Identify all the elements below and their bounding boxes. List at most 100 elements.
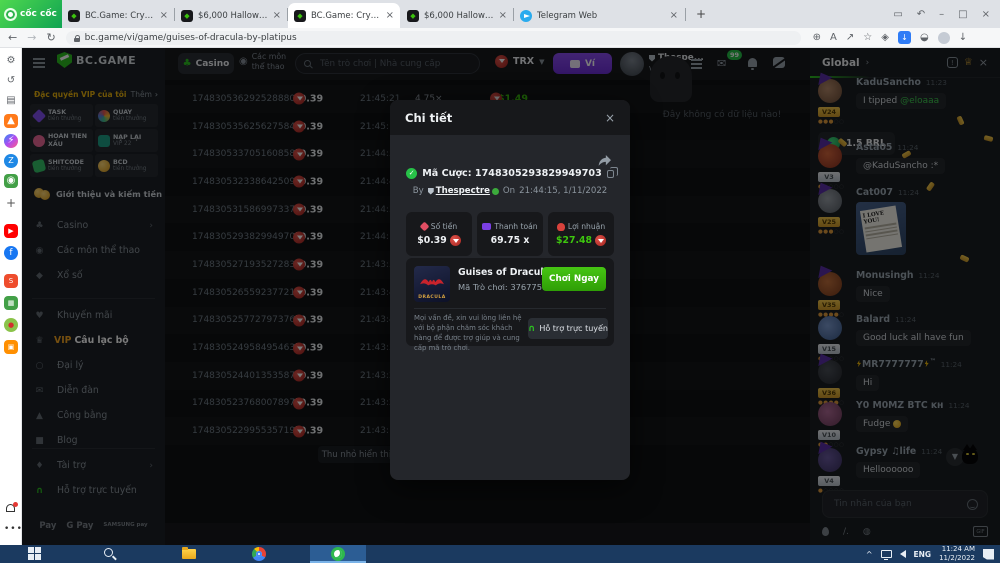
facebook-icon[interactable]: f <box>4 246 18 260</box>
browser-sidebar: ⚙ ↺ ▤ ▲ ⚡ Z ◉ + ▶ f S ▦ ● ▣ ••• <box>0 48 22 545</box>
tray-expand-icon[interactable]: ^ <box>866 550 873 559</box>
stat-profit: Lợi nhuận $27.48 <box>548 212 614 256</box>
bcgame-favicon: ◆ <box>68 10 80 22</box>
trx-coin-icon <box>450 235 461 246</box>
bet-author-link[interactable]: Thespectre <box>428 186 499 196</box>
browser-tab-2[interactable]: ◆$6,000 Halloween Slot Battle× <box>175 3 287 28</box>
reopen-tab-icon[interactable]: ↶ <box>917 9 925 20</box>
incognito-icon[interactable]: ◒ <box>920 32 929 43</box>
tab-close-icon[interactable]: × <box>273 10 281 21</box>
minimize-button[interactable]: – <box>939 9 944 20</box>
game-name: Guises of Dracula <box>458 267 550 278</box>
shopee-icon[interactable]: S <box>4 274 18 288</box>
dice-icon <box>419 222 429 232</box>
reload-button[interactable]: ↻ <box>46 31 55 44</box>
tab-overview-icon[interactable]: ▭ <box>893 9 902 20</box>
cart-icon[interactable]: ▣ <box>4 340 18 354</box>
messenger-icon[interactable]: ⚡ <box>4 134 18 148</box>
turtle-emoji-icon <box>492 188 499 195</box>
translate-icon[interactable]: A <box>830 32 837 43</box>
chrome-icon[interactable] <box>252 547 266 561</box>
youtube-icon[interactable]: ▶ <box>4 224 18 238</box>
action-center-icon[interactable] <box>983 549 994 560</box>
modal-header: Chi tiết × <box>390 100 630 135</box>
coccoc-logo-icon <box>4 8 17 21</box>
promo-app-icon[interactable]: ● <box>4 318 18 332</box>
speaker-icon[interactable] <box>900 550 906 558</box>
network-icon[interactable] <box>881 550 892 558</box>
coccoc-icon <box>331 547 345 561</box>
save-page-icon[interactable]: ⊕ <box>813 32 821 43</box>
lock-icon <box>74 35 80 42</box>
stat-amount: Số tiền $0.39 <box>406 212 472 256</box>
bet-datetime: 21:44:15, 1/11/2022 <box>519 186 607 196</box>
brand-label: cốc cốc <box>20 9 57 19</box>
bookmark-star-icon[interactable]: ☆ <box>863 32 872 43</box>
browser-tab-1[interactable]: ◆BC.Game: Crypto Casino Gam× <box>62 3 174 28</box>
telegram-favicon <box>520 10 532 22</box>
bet-stats: Số tiền $0.39 Thanh toán 69.75 x Lợi nhu… <box>406 212 614 256</box>
zalo-icon[interactable]: Z <box>4 154 18 168</box>
window-controls: ▭ ↶ – □ × <box>893 0 1000 28</box>
gift-icon[interactable]: ▦ <box>4 296 18 310</box>
forward-button[interactable]: → <box>27 31 36 44</box>
game-thumbnail[interactable]: DRACULA <box>414 266 450 302</box>
tab-close-icon[interactable]: × <box>670 10 678 21</box>
hot-trending-icon[interactable]: ▲ <box>4 114 18 128</box>
history-icon[interactable]: ↺ <box>4 74 18 88</box>
play-now-button[interactable]: Chơi Ngay <box>542 267 606 291</box>
profile-icon[interactable] <box>938 32 950 44</box>
reading-list-icon[interactable]: ▤ <box>4 94 18 108</box>
wallet-icon <box>482 223 491 230</box>
back-button[interactable]: ← <box>8 31 17 44</box>
file-explorer-icon[interactable] <box>182 549 196 559</box>
taskbar-search-icon[interactable] <box>104 548 113 557</box>
bcgame-favicon: ◆ <box>407 10 419 22</box>
verified-check-icon: ✓ <box>406 168 417 179</box>
maximize-button[interactable]: □ <box>958 9 967 20</box>
browser-tab-3-active[interactable]: ◆BC.Game: Crypto Casino Gam× <box>288 3 400 28</box>
share-icon[interactable]: ↗ <box>846 32 854 43</box>
live-support-button[interactable]: ∩Hỗ trợ trực tuyến <box>528 318 608 339</box>
clock[interactable]: 11:24 AM11/2/2022 <box>939 545 975 563</box>
adblock-icon[interactable]: ◈ <box>881 32 889 43</box>
support-note: Mọi vấn đề, xin vui lòng liên hệ với bộ … <box>414 313 526 353</box>
bet-details-modal: Chi tiết × ✓ Mã Cược: 174830529382994970… <box>390 100 630 480</box>
screen: cốc cốc ◆BC.Game: Crypto Casino Gam× ◆$6… <box>0 0 1000 563</box>
modal-title: Chi tiết <box>405 111 452 125</box>
copy-icon[interactable] <box>607 170 614 178</box>
headset-icon: ∩ <box>528 324 535 334</box>
stat-payout: Thanh toán 69.75 x <box>477 212 543 256</box>
address-bar[interactable]: bc.game/vi/game/guises-of-dracula-by-pla… <box>66 31 801 45</box>
more-icon[interactable]: ••• <box>4 524 23 534</box>
tab-close-icon[interactable]: × <box>499 10 507 21</box>
language-indicator[interactable]: ENG <box>914 550 932 559</box>
tab-close-icon[interactable]: × <box>386 10 394 21</box>
bet-author-line: By Thespectre On 21:44:15, 1/11/2022 <box>390 186 630 196</box>
browser-toolbar: ← → ↻ bc.game/vi/game/guises-of-dracula-… <box>0 28 1000 48</box>
bcgame-favicon: ◆ <box>294 10 306 22</box>
bcgame-page: Đây không có dữ liệu nào! BC.GAME Đặc qu… <box>22 48 1000 545</box>
trx-coin-icon <box>595 235 606 246</box>
system-tray: ^ ENG 11:24 AM11/2/2022 <box>866 545 1000 563</box>
coccoc-taskbar-active[interactable] <box>310 545 366 563</box>
modal-close-icon[interactable]: × <box>605 111 615 125</box>
downloads-icon[interactable]: ↓ <box>959 32 967 43</box>
game-card: DRACULA Guises of Dracula Mã Trò chơi: 3… <box>406 258 614 346</box>
new-tab-button[interactable]: + <box>692 5 710 23</box>
bcgame-favicon: ◆ <box>181 10 193 22</box>
start-button[interactable] <box>28 547 42 561</box>
notification-bell-icon[interactable] <box>6 504 15 512</box>
tab-close-icon[interactable]: × <box>160 10 168 21</box>
add-shortcut-icon[interactable]: + <box>4 196 18 210</box>
gear-icon[interactable]: ⚙ <box>4 54 18 68</box>
download-manager-icon[interactable]: ↓ <box>898 31 911 44</box>
coccoc-brand[interactable]: cốc cốc <box>0 0 62 28</box>
browser-tab-5[interactable]: Telegram Web× <box>514 3 684 28</box>
browser-tab-4[interactable]: ◆$6,000 Halloween Slot Battl× <box>401 3 513 28</box>
shield-badge-icon <box>428 188 434 195</box>
close-button[interactable]: × <box>982 9 990 20</box>
url-text: bc.game/vi/game/guises-of-dracula-by-pla… <box>85 33 297 43</box>
profit-icon <box>557 223 565 231</box>
games-icon[interactable]: ◉ <box>4 174 18 188</box>
